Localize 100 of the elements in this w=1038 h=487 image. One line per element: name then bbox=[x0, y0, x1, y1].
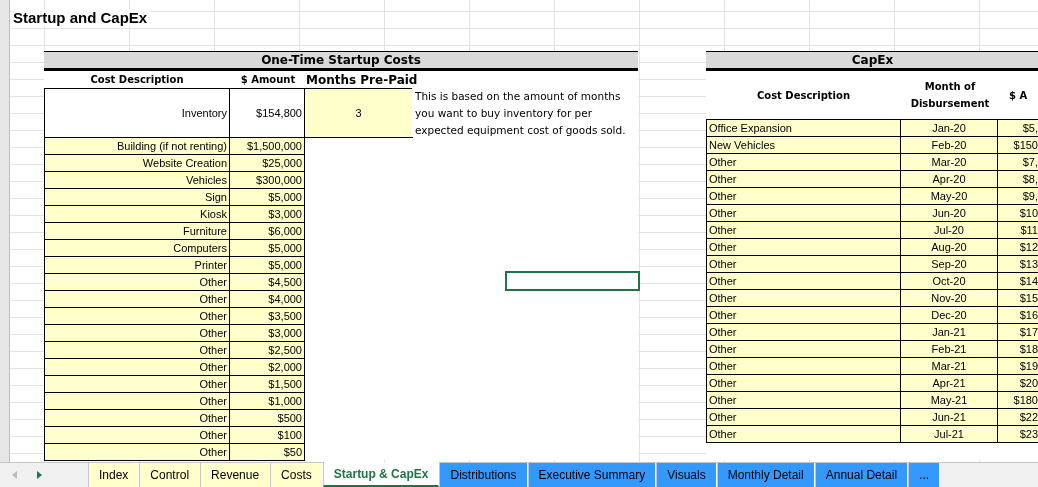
input-cell[interactable]: $6,000 bbox=[229, 222, 305, 240]
sheet-tab[interactable]: Control bbox=[139, 463, 201, 487]
scroll-right-icon[interactable] bbox=[37, 471, 42, 479]
input-cell[interactable]: Dec-20 bbox=[900, 306, 998, 324]
input-cell[interactable]: $15 bbox=[997, 289, 1038, 307]
input-cell[interactable]: $1,500,000 bbox=[229, 137, 305, 155]
input-cell[interactable]: $11 bbox=[997, 221, 1038, 239]
input-cell[interactable]: $180 bbox=[997, 391, 1038, 409]
input-cell[interactable]: $8, bbox=[997, 170, 1038, 188]
input-cell[interactable]: Sep-20 bbox=[900, 255, 998, 273]
input-cell[interactable]: Nov-20 bbox=[900, 289, 998, 307]
input-cell[interactable]: Jan-20 bbox=[900, 119, 998, 137]
input-cell[interactable]: $50 bbox=[229, 443, 305, 461]
input-cell[interactable]: $7, bbox=[997, 153, 1038, 171]
input-cell[interactable]: $2,500 bbox=[229, 341, 305, 359]
input-cell[interactable]: $100 bbox=[229, 426, 305, 444]
input-cell[interactable]: Other bbox=[44, 341, 230, 359]
input-cell[interactable]: $4,000 bbox=[229, 290, 305, 308]
input-cell[interactable]: Sign bbox=[44, 188, 230, 206]
input-cell[interactable]: $4,500 bbox=[229, 273, 305, 291]
input-cell[interactable]: $17 bbox=[997, 323, 1038, 341]
input-cell[interactable]: Jan-21 bbox=[900, 323, 998, 341]
input-cell[interactable]: Oct-20 bbox=[900, 272, 998, 290]
input-cell[interactable]: Aug-20 bbox=[900, 238, 998, 256]
input-cell[interactable]: Other bbox=[706, 374, 901, 392]
input-cell[interactable]: $5,000 bbox=[229, 256, 305, 274]
input-cell[interactable]: $12 bbox=[997, 238, 1038, 256]
sheet-tab[interactable]: Startup & CapEx bbox=[322, 462, 440, 487]
sheet-tab[interactable]: Annual Detail bbox=[814, 463, 909, 487]
input-cell[interactable]: $9, bbox=[997, 187, 1038, 205]
input-cell[interactable]: Apr-20 bbox=[900, 170, 998, 188]
input-cell[interactable]: $19 bbox=[997, 357, 1038, 375]
input-cell[interactable]: Feb-21 bbox=[900, 340, 998, 358]
input-cell[interactable]: $16 bbox=[997, 306, 1038, 324]
input-cell[interactable]: Other bbox=[706, 153, 901, 171]
input-cell[interactable]: Other bbox=[44, 307, 230, 325]
input-cell[interactable]: 3 bbox=[304, 88, 413, 138]
input-cell[interactable]: Other bbox=[706, 204, 901, 222]
input-cell[interactable]: Jul-20 bbox=[900, 221, 998, 239]
input-cell[interactable]: $150 bbox=[997, 136, 1038, 154]
input-cell[interactable]: $3,000 bbox=[229, 324, 305, 342]
sheet-tab[interactable]: Executive Summary bbox=[527, 463, 657, 487]
input-cell[interactable]: $500 bbox=[229, 409, 305, 427]
input-cell[interactable]: Other bbox=[44, 273, 230, 291]
input-cell[interactable]: $23 bbox=[997, 425, 1038, 443]
sheet-tab[interactable]: Distributions bbox=[439, 463, 528, 487]
input-cell[interactable]: Jun-21 bbox=[900, 408, 998, 426]
input-cell[interactable]: Jun-20 bbox=[900, 204, 998, 222]
input-cell[interactable]: Other bbox=[44, 324, 230, 342]
input-cell[interactable]: $22 bbox=[997, 408, 1038, 426]
sheet-tab[interactable]: Index bbox=[88, 463, 140, 487]
input-cell[interactable]: Other bbox=[44, 443, 230, 461]
input-cell[interactable]: $20 bbox=[997, 374, 1038, 392]
sheet-tab[interactable]: Monthly Detail bbox=[716, 463, 815, 487]
input-cell[interactable]: Other bbox=[706, 221, 901, 239]
input-cell[interactable]: New Vehicles bbox=[706, 136, 901, 154]
input-cell[interactable]: Kiosk bbox=[44, 205, 230, 223]
input-cell[interactable]: Other bbox=[706, 357, 901, 375]
sheet-tab[interactable]: ... bbox=[908, 463, 941, 487]
sheet-tab[interactable]: Revenue bbox=[200, 463, 271, 487]
input-cell[interactable]: Other bbox=[44, 358, 230, 376]
input-cell[interactable]: Vehicles bbox=[44, 171, 230, 189]
input-cell[interactable]: $3,000 bbox=[229, 205, 305, 223]
input-cell[interactable]: $14 bbox=[997, 272, 1038, 290]
input-cell[interactable]: $300,000 bbox=[229, 171, 305, 189]
input-cell[interactable]: $10 bbox=[997, 204, 1038, 222]
input-cell[interactable]: Other bbox=[706, 272, 901, 290]
input-cell[interactable]: $13 bbox=[997, 255, 1038, 273]
input-cell[interactable]: Mar-20 bbox=[900, 153, 998, 171]
input-cell[interactable]: Other bbox=[44, 375, 230, 393]
sheet-tab[interactable]: Costs bbox=[270, 463, 323, 487]
input-cell[interactable]: May-20 bbox=[900, 187, 998, 205]
input-cell[interactable]: Other bbox=[706, 306, 901, 324]
input-cell[interactable]: Other bbox=[706, 187, 901, 205]
input-cell[interactable]: Feb-20 bbox=[900, 136, 998, 154]
input-cell[interactable]: Building (if not renting) bbox=[44, 137, 230, 155]
input-cell[interactable]: Other bbox=[706, 425, 901, 443]
input-cell[interactable]: $5,000 bbox=[229, 188, 305, 206]
input-cell[interactable]: Mar-21 bbox=[900, 357, 998, 375]
input-cell[interactable]: Other bbox=[706, 289, 901, 307]
input-cell[interactable]: $25,000 bbox=[229, 154, 305, 172]
input-cell[interactable]: Other bbox=[44, 290, 230, 308]
input-cell[interactable]: Other bbox=[706, 391, 901, 409]
selected-cell[interactable] bbox=[505, 271, 640, 291]
input-cell[interactable]: $3,500 bbox=[229, 307, 305, 325]
input-cell[interactable]: $18 bbox=[997, 340, 1038, 358]
input-cell[interactable]: Website Creation bbox=[44, 154, 230, 172]
sheet-tab[interactable]: Visuals bbox=[656, 463, 717, 487]
input-cell[interactable]: $5,000 bbox=[229, 239, 305, 257]
input-cell[interactable]: Other bbox=[706, 238, 901, 256]
input-cell[interactable]: Computers bbox=[44, 239, 230, 257]
input-cell[interactable]: May-21 bbox=[900, 391, 998, 409]
input-cell[interactable]: Other bbox=[706, 170, 901, 188]
input-cell[interactable]: Other bbox=[706, 340, 901, 358]
input-cell[interactable]: Other bbox=[706, 323, 901, 341]
input-cell[interactable]: Jul-21 bbox=[900, 425, 998, 443]
input-cell[interactable]: $5, bbox=[997, 119, 1038, 137]
input-cell[interactable]: $1,500 bbox=[229, 375, 305, 393]
input-cell[interactable]: Printer bbox=[44, 256, 230, 274]
input-cell[interactable]: Other bbox=[706, 408, 901, 426]
